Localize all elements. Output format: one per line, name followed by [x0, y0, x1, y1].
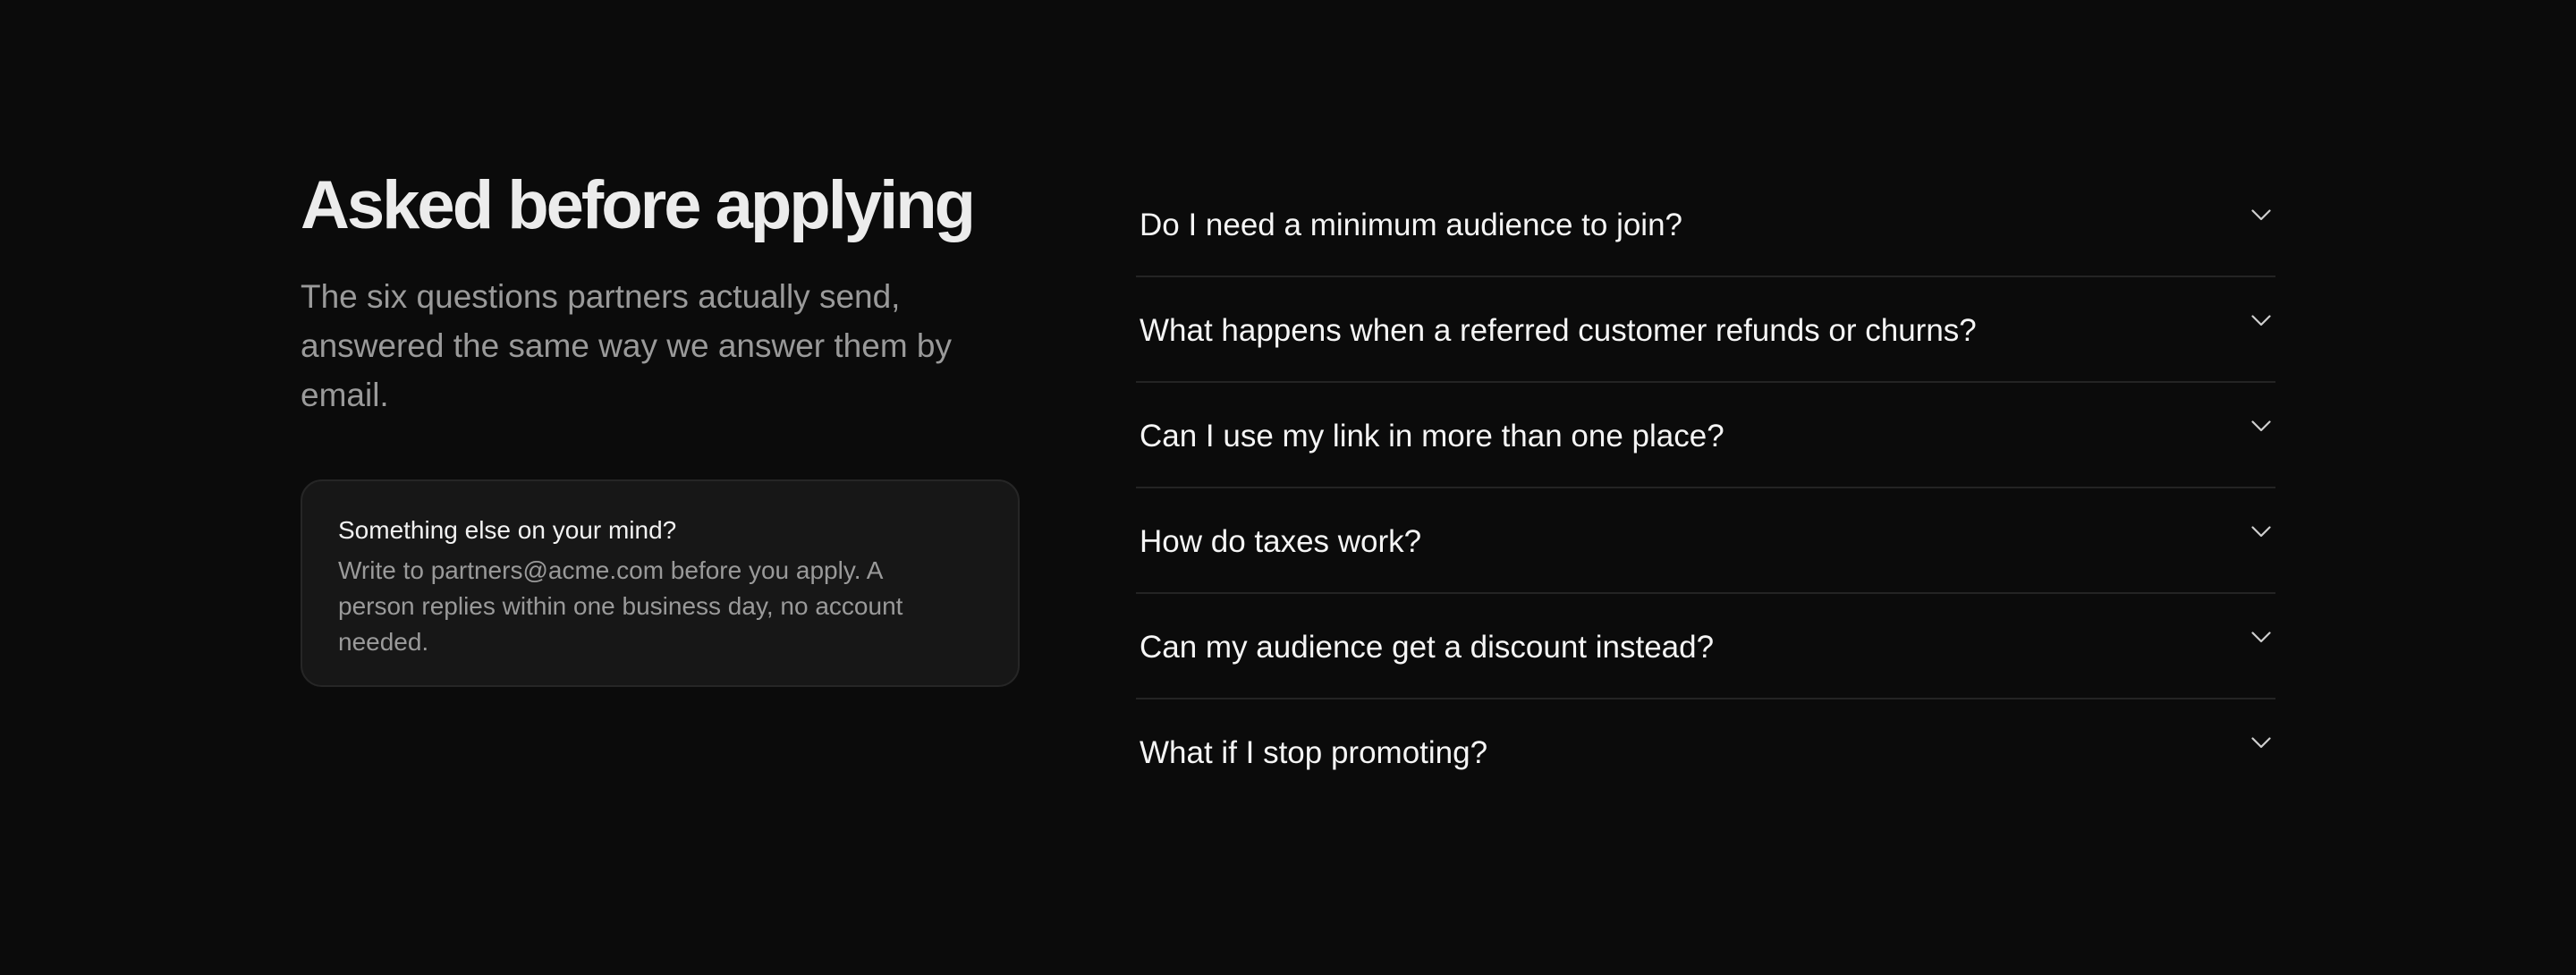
faq-item-taxes[interactable]: How do taxes work?: [1136, 488, 2275, 594]
contact-card-body: Write to partners@acme.com before you ap…: [338, 556, 903, 656]
contact-card-title: Something else on your mind?: [338, 516, 677, 544]
faq-item-discount[interactable]: Can my audience get a discount instead?: [1136, 594, 2275, 699]
faq-item-stop-promoting[interactable]: What if I stop promoting?: [1136, 699, 2275, 803]
section-title: Asked before applying: [301, 167, 976, 243]
section-subtitle: The six questions partners actually send…: [301, 278, 953, 413]
chevron-down-icon[interactable]: [2250, 204, 2272, 225]
faq-question: What if I stop promoting?: [1140, 735, 1488, 770]
faq-question: How do taxes work?: [1140, 524, 1422, 559]
faq-question: Can my audience get a discount instead?: [1140, 630, 1715, 665]
faq-question: Do I need a minimum audience to join?: [1140, 208, 1683, 242]
contact-card: Something else on your mind? Write to pa…: [301, 479, 1020, 687]
chevron-down-icon[interactable]: [2250, 415, 2272, 437]
faq-question: What happens when a referred customer re…: [1140, 313, 1977, 348]
faq-question: Can I use my link in more than one place…: [1140, 419, 1724, 454]
faq-item-minimum-audience[interactable]: Do I need a minimum audience to join?: [1136, 172, 2275, 277]
faq-item-link-multiple-places[interactable]: Can I use my link in more than one place…: [1136, 383, 2275, 488]
faq-intro: Asked before applying The six questions …: [301, 161, 1021, 687]
chevron-down-icon[interactable]: [2250, 309, 2272, 331]
chevron-down-icon[interactable]: [2250, 732, 2272, 753]
faq-item-refunds-churns[interactable]: What happens when a referred customer re…: [1136, 277, 2275, 383]
chevron-down-icon[interactable]: [2250, 521, 2272, 542]
chevron-down-icon[interactable]: [2250, 626, 2272, 648]
faq-section: Asked before applying The six questions …: [0, 0, 2576, 975]
faq-list: Do I need a minimum audience to join? Wh…: [1136, 172, 2275, 803]
